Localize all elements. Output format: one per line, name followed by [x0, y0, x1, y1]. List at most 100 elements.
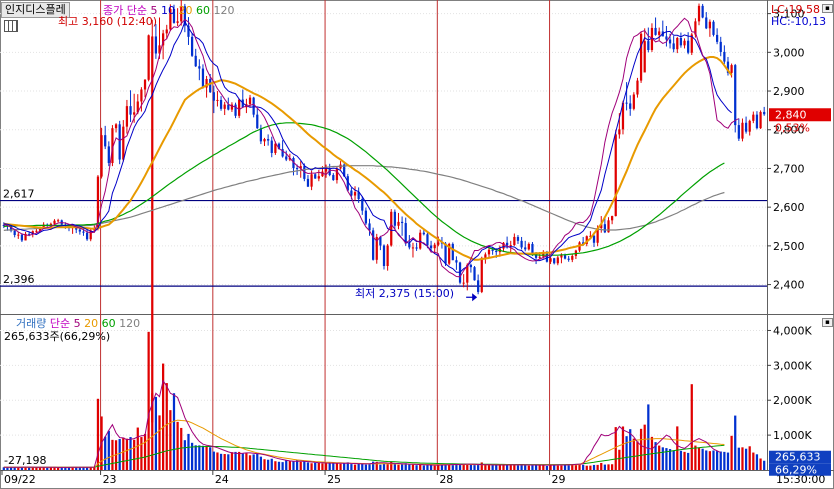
ma-legend-20: 20 — [178, 4, 193, 17]
volume-bar — [292, 461, 295, 470]
candle-body — [752, 114, 755, 121]
volume-bar — [230, 452, 234, 470]
candle-body — [212, 92, 215, 101]
candle-body — [487, 249, 491, 255]
volume-bar — [491, 465, 494, 470]
volume-bar — [122, 437, 125, 470]
volume-bar — [136, 427, 139, 470]
candle-body — [556, 257, 559, 264]
candle-body — [614, 134, 617, 217]
candle-body — [107, 146, 110, 164]
volume-bar — [303, 461, 306, 470]
volume-bar — [752, 452, 755, 470]
volume-bar — [426, 465, 429, 470]
volume-bar — [582, 464, 585, 470]
ma-legend-60: 60 — [195, 4, 210, 17]
candle-body — [154, 36, 158, 54]
volume-bar — [234, 451, 237, 470]
candle-body — [683, 40, 686, 46]
candle-body — [480, 257, 483, 292]
volume-bar — [567, 465, 570, 470]
volume-bar — [332, 462, 335, 470]
volume-bar — [549, 465, 552, 470]
volume-bar — [162, 363, 165, 470]
volume-bar — [259, 456, 263, 470]
candle-body — [697, 5, 701, 22]
volume-tick-label: 2,000K — [773, 394, 812, 407]
volume-bar — [607, 464, 610, 470]
volume-bar — [538, 465, 541, 470]
volume-bar — [223, 454, 226, 470]
candle-body — [520, 240, 523, 248]
volume-bar — [429, 464, 433, 470]
candle-body — [324, 168, 328, 172]
volume-bar — [632, 438, 635, 470]
low-arrow-head — [472, 293, 478, 302]
volume-bar — [274, 461, 277, 470]
candle-body — [259, 128, 263, 142]
volume-bar — [216, 452, 219, 470]
volume-bar — [658, 445, 661, 470]
volume-pct-label: 66,29% — [775, 464, 817, 477]
volume-bar — [201, 445, 205, 470]
candle-body — [198, 66, 201, 69]
candle-body — [267, 139, 270, 141]
price-panel-toggle-icon[interactable]: ▪ — [822, 4, 833, 13]
volume-bar — [455, 464, 458, 470]
volume-bar — [574, 465, 578, 470]
candle-body — [643, 41, 646, 73]
volume-bar — [288, 460, 291, 470]
candle-body — [353, 192, 357, 196]
high-price-label: 최고 3,160 (12:40) — [58, 15, 158, 28]
candle-body — [730, 65, 733, 73]
volume-bar — [531, 465, 534, 470]
volume-bar — [143, 433, 147, 470]
volume-bar — [679, 450, 683, 470]
volume-bar — [350, 464, 353, 470]
volume-bar — [212, 451, 215, 470]
volume-tick-label: 4,000K — [773, 324, 812, 337]
volume-bar — [176, 421, 179, 470]
volume-bar — [364, 464, 368, 470]
volume-bar — [6, 467, 9, 470]
candle-body — [310, 174, 313, 187]
reference-line-label: 2,396 — [3, 273, 35, 286]
candle-body — [209, 79, 212, 93]
candle-body — [444, 243, 447, 264]
volume-bar — [687, 452, 690, 470]
candle-body — [549, 258, 552, 262]
candle-body — [636, 80, 639, 95]
volume-bar — [741, 447, 744, 470]
candle-body — [216, 99, 219, 101]
candle-body — [20, 234, 24, 241]
volume-bar — [353, 464, 357, 470]
volume-bar — [118, 439, 121, 470]
candle-body — [263, 139, 266, 142]
volume-bar — [524, 464, 527, 470]
volume-bar — [748, 446, 751, 470]
candle-body — [473, 267, 476, 281]
volume-bar — [248, 455, 252, 470]
volume-bar — [625, 436, 628, 470]
candle-body — [755, 114, 759, 129]
grid-icon[interactable] — [4, 20, 18, 32]
candle-body — [705, 17, 708, 29]
candle-body — [125, 106, 129, 127]
candle-body — [715, 34, 719, 42]
volume-panel-toggle-icon[interactable]: ▪ — [822, 318, 833, 327]
volume-bar — [368, 464, 371, 470]
candle-body — [382, 245, 386, 266]
volume-bar — [361, 463, 364, 470]
candle-body — [386, 245, 389, 266]
volume-bar — [509, 464, 512, 470]
volume-bar — [694, 445, 697, 470]
x-axis-label: 09/22 — [4, 473, 36, 486]
candle-body — [451, 243, 454, 261]
candle-body — [477, 280, 480, 292]
volume-bar — [672, 450, 675, 470]
volume-bar — [343, 463, 346, 470]
volume-bar — [697, 447, 701, 470]
candle-body — [13, 230, 16, 236]
volume-bar — [589, 465, 592, 470]
volume-bar — [57, 467, 60, 470]
